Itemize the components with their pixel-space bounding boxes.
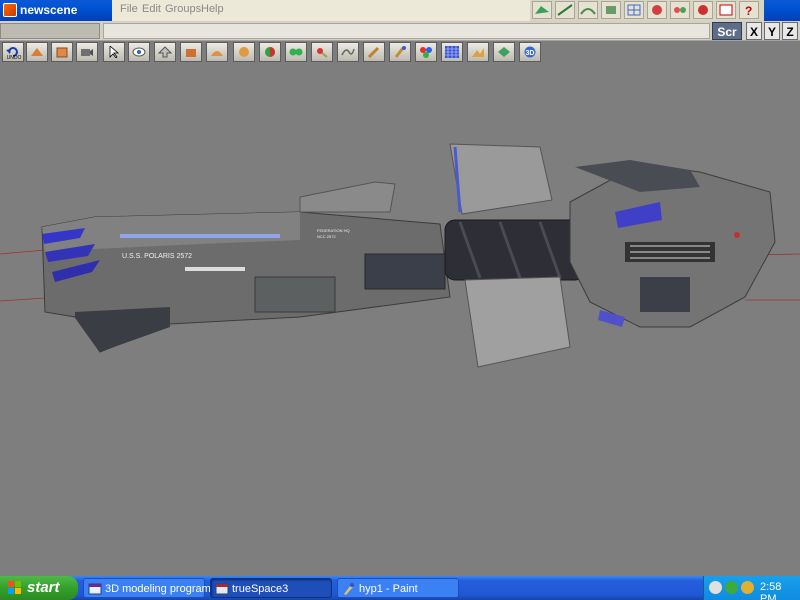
svg-text:?: ? bbox=[745, 4, 752, 18]
sphere-render-icon[interactable] bbox=[647, 1, 667, 19]
undo-label: UNDO bbox=[6, 55, 22, 61]
bridge-superstructure bbox=[299, 181, 396, 213]
scene-icon[interactable] bbox=[467, 42, 489, 62]
task-label: trueSpace3 bbox=[232, 583, 289, 595]
eye-move-icon[interactable] bbox=[128, 42, 150, 62]
z-axis-button[interactable]: Z bbox=[782, 22, 798, 40]
forward-light bbox=[734, 232, 740, 238]
primitives-icon[interactable] bbox=[26, 42, 48, 62]
task-label: hyp1 - Paint bbox=[359, 583, 418, 595]
object-tool-icon[interactable] bbox=[180, 42, 202, 62]
engine-housing bbox=[364, 253, 446, 290]
grid-icon[interactable] bbox=[441, 42, 463, 62]
app-icon bbox=[3, 3, 17, 17]
spline-icon[interactable] bbox=[337, 42, 359, 62]
upper-pod bbox=[449, 143, 553, 215]
color-balls-icon[interactable] bbox=[415, 42, 437, 62]
3d-viewport[interactable]: U.S.S. POLARIS 2572 FEDERATION HQ NCC 25… bbox=[0, 62, 800, 576]
help-line bbox=[103, 23, 710, 39]
render-object-icon[interactable] bbox=[493, 42, 515, 62]
task-truespace3[interactable]: trueSpace3 bbox=[210, 578, 332, 598]
camera-icon[interactable] bbox=[76, 42, 98, 62]
forward-superstructure bbox=[575, 160, 700, 192]
windows-flag-icon bbox=[8, 581, 21, 594]
metaball-icon[interactable] bbox=[285, 42, 307, 62]
paint-brush-icon[interactable] bbox=[363, 42, 385, 62]
cube-icon[interactable] bbox=[51, 42, 73, 62]
screen-view-button[interactable]: Scr bbox=[712, 22, 742, 40]
window-title: newscene bbox=[20, 3, 78, 17]
status-bar bbox=[0, 21, 800, 41]
top-tool-strip: ? _ □ × bbox=[530, 0, 764, 21]
menu-edit[interactable]: Edit bbox=[142, 3, 161, 15]
spaceship-render: U.S.S. POLARIS 2572 FEDERATION HQ NCC 25… bbox=[0, 143, 800, 368]
clock: 2:58 PM bbox=[760, 581, 782, 600]
material-icon[interactable] bbox=[693, 1, 713, 19]
hierarchy-up-icon[interactable] bbox=[154, 42, 176, 62]
deform-icon[interactable] bbox=[206, 42, 228, 62]
browser-icon bbox=[88, 583, 102, 595]
x-axis-button[interactable]: X bbox=[746, 22, 762, 40]
guide-line bbox=[0, 297, 46, 302]
menu-groups[interactable]: Groups bbox=[165, 3, 201, 15]
rear-pod bbox=[75, 307, 170, 352]
task-3d-modeling[interactable]: 3D modeling program... bbox=[83, 578, 220, 598]
svg-text:3D: 3D bbox=[526, 50, 535, 57]
help-icon[interactable]: ? bbox=[739, 1, 759, 19]
paint-icon[interactable] bbox=[389, 42, 411, 62]
security-shield-icon[interactable] bbox=[725, 581, 738, 594]
window-row bbox=[185, 267, 245, 271]
render-scene-icon[interactable] bbox=[532, 1, 552, 19]
window-row bbox=[120, 234, 280, 238]
network-icon[interactable] bbox=[741, 581, 754, 594]
safely-remove-icon[interactable] bbox=[709, 581, 722, 594]
grid-render-icon[interactable] bbox=[624, 1, 644, 19]
truespace-icon bbox=[215, 583, 229, 595]
hull-text-2: NCC 2572 bbox=[317, 234, 336, 239]
path-icon[interactable] bbox=[578, 1, 598, 19]
mid-greeble bbox=[254, 276, 336, 313]
palette-icon[interactable] bbox=[670, 1, 690, 19]
taskbar: start 3D modeling program... trueSpace3 … bbox=[0, 576, 800, 600]
forward-engine bbox=[640, 277, 690, 312]
undo-button[interactable]: UNDO bbox=[2, 42, 24, 62]
start-label: start bbox=[27, 579, 60, 596]
object-name-field[interactable] bbox=[0, 23, 100, 39]
animation-icon[interactable] bbox=[555, 1, 575, 19]
central-connector bbox=[444, 219, 586, 281]
system-tray: 2:58 PM bbox=[703, 576, 800, 600]
select-arrow-icon[interactable] bbox=[103, 42, 125, 62]
hull-text-1: FEDERATION HQ bbox=[317, 228, 350, 233]
menu-file[interactable]: File bbox=[120, 3, 138, 15]
paint-icon bbox=[344, 583, 354, 595]
registry-text: U.S.S. POLARIS 2572 bbox=[122, 253, 192, 260]
menu-help[interactable]: Help bbox=[201, 3, 224, 15]
menu-bar: File Edit Groups Help bbox=[112, 0, 530, 21]
sphere-icon[interactable] bbox=[233, 42, 255, 62]
task-paint[interactable]: hyp1 - Paint bbox=[337, 578, 459, 598]
material-ball-icon[interactable] bbox=[259, 42, 281, 62]
light-icon[interactable] bbox=[311, 42, 333, 62]
keyframe-icon[interactable] bbox=[601, 1, 621, 19]
3d-view-icon[interactable]: 3D bbox=[519, 42, 541, 62]
task-label: 3D modeling program... bbox=[105, 583, 220, 595]
start-button[interactable]: start bbox=[0, 576, 78, 600]
y-axis-button[interactable]: Y bbox=[764, 22, 780, 40]
tool-bar: UNDO 3D bbox=[0, 41, 800, 62]
guide-line bbox=[0, 249, 46, 255]
window-icon[interactable] bbox=[716, 1, 736, 19]
lower-pod bbox=[464, 276, 571, 368]
